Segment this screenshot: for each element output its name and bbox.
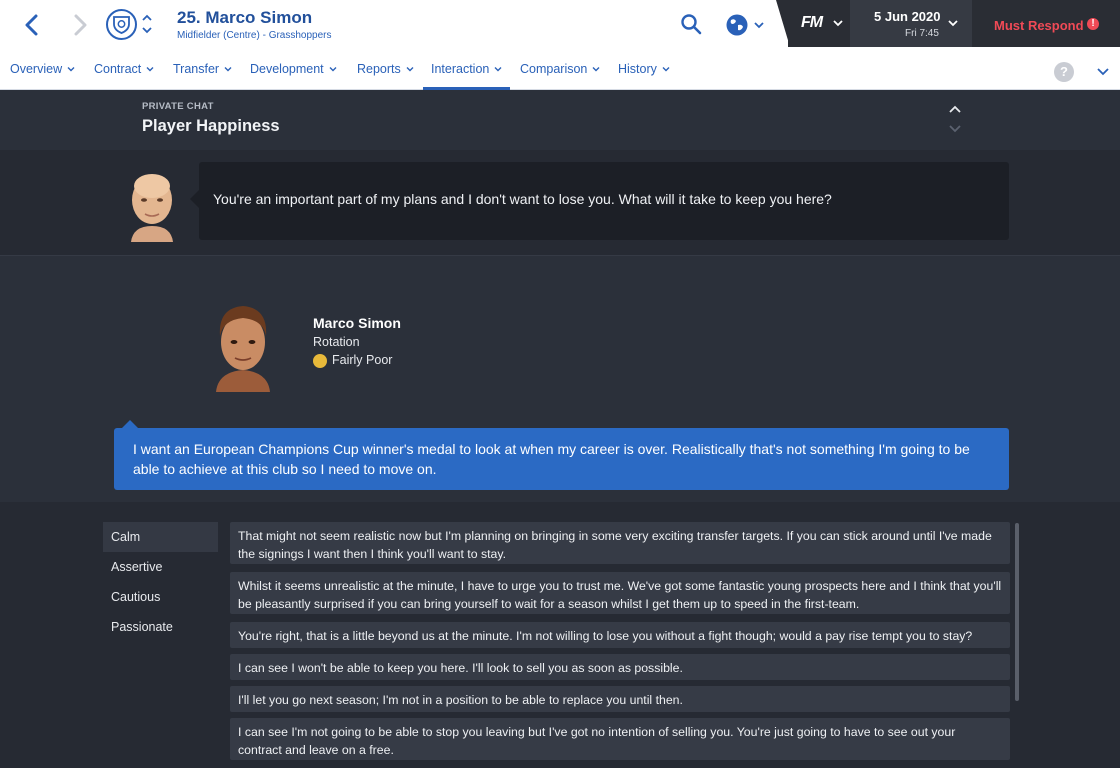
badge-switch-chevron-icon[interactable] [141, 12, 153, 36]
section-label: PRIVATE CHAT [142, 101, 214, 112]
chevron-down-icon [754, 22, 764, 29]
game-date: 5 Jun 2020 [874, 9, 941, 24]
help-icon[interactable]: ? [1054, 62, 1074, 82]
tab-label: Reports [357, 62, 401, 76]
happiness-icon [313, 354, 327, 368]
manager-avatar [131, 174, 173, 242]
reply-option[interactable]: I'll let you go next season; I'm not in … [230, 686, 1010, 712]
back-icon[interactable] [18, 11, 46, 39]
globe-menu[interactable] [725, 12, 765, 38]
tab-label: Comparison [520, 62, 588, 76]
chevron-down-icon[interactable] [832, 17, 844, 29]
section-title: Player Happiness [142, 117, 280, 135]
reply-option[interactable]: You're right, that is a little beyond us… [230, 622, 1010, 648]
tone-assertive[interactable]: Assertive [103, 552, 218, 582]
tab-comparison[interactable]: Comparison [520, 52, 600, 89]
reply-option[interactable]: I can see I won't be able to keep you he… [230, 654, 1010, 680]
tab-label: History [618, 62, 657, 76]
globe-icon [726, 14, 748, 36]
chevron-down-icon [329, 67, 337, 72]
chevron-down-icon [406, 67, 414, 72]
game-day-time: Fri 7:45 [905, 28, 939, 39]
tone-passionate[interactable]: Passionate [103, 612, 218, 642]
player-avatar [216, 306, 270, 392]
chevron-down-icon [494, 67, 502, 72]
chevron-down-icon [224, 67, 232, 72]
chevron-up-icon[interactable] [948, 104, 962, 114]
fm-logo[interactable]: FM [801, 14, 823, 32]
chevron-down-icon [146, 67, 154, 72]
tab-label: Overview [10, 62, 63, 76]
tab-label: Contract [94, 62, 142, 76]
player-title: 25. Marco Simon [177, 8, 313, 27]
player-name[interactable]: Marco Simon [313, 315, 401, 331]
reply-option[interactable]: Whilst it seems unrealistic at the minut… [230, 572, 1010, 614]
player-squad-status: Rotation [313, 335, 360, 349]
tab-interaction[interactable]: Interaction [422, 52, 511, 90]
tab-development[interactable]: Development [250, 52, 337, 89]
tab-transfer[interactable]: Transfer [173, 52, 232, 89]
club-badge-icon[interactable] [106, 9, 137, 40]
must-respond-button[interactable]: Must Respond [994, 18, 1084, 33]
reply-option[interactable]: I can see I'm not going to be able to st… [230, 718, 1010, 760]
tab-label: Transfer [173, 62, 220, 76]
tab-label: Development [250, 62, 324, 76]
search-icon[interactable] [680, 13, 702, 35]
tone-calm[interactable]: Calm [103, 522, 218, 552]
tone-cautious[interactable]: Cautious [103, 582, 218, 612]
player-subtitle[interactable]: Midfielder (Centre) - Grasshoppers [177, 30, 332, 41]
tab-overview[interactable]: Overview [10, 52, 75, 89]
player-happiness: Fairly Poor [332, 353, 393, 367]
tab-contract[interactable]: Contract [94, 52, 154, 89]
replies-scrollbar[interactable] [1015, 523, 1019, 701]
reply-option[interactable]: That might not seem realistic now but I'… [230, 522, 1010, 564]
chevron-down-icon [592, 67, 600, 72]
chevron-down-icon[interactable] [1096, 64, 1110, 78]
alert-icon: ! [1087, 18, 1099, 30]
chevron-down-icon[interactable] [947, 17, 959, 29]
manager-message-text: You're an important part of my plans and… [213, 191, 832, 207]
forward-icon[interactable] [66, 11, 94, 39]
chevron-down-icon [67, 67, 75, 72]
tab-reports[interactable]: Reports [357, 52, 414, 89]
player-message-text: I want an European Champions Cup winner'… [133, 441, 970, 477]
chevron-down-icon[interactable] [948, 124, 962, 134]
tab-label: Interaction [431, 62, 490, 76]
chevron-down-icon [662, 67, 670, 72]
tab-history[interactable]: History [618, 52, 670, 89]
